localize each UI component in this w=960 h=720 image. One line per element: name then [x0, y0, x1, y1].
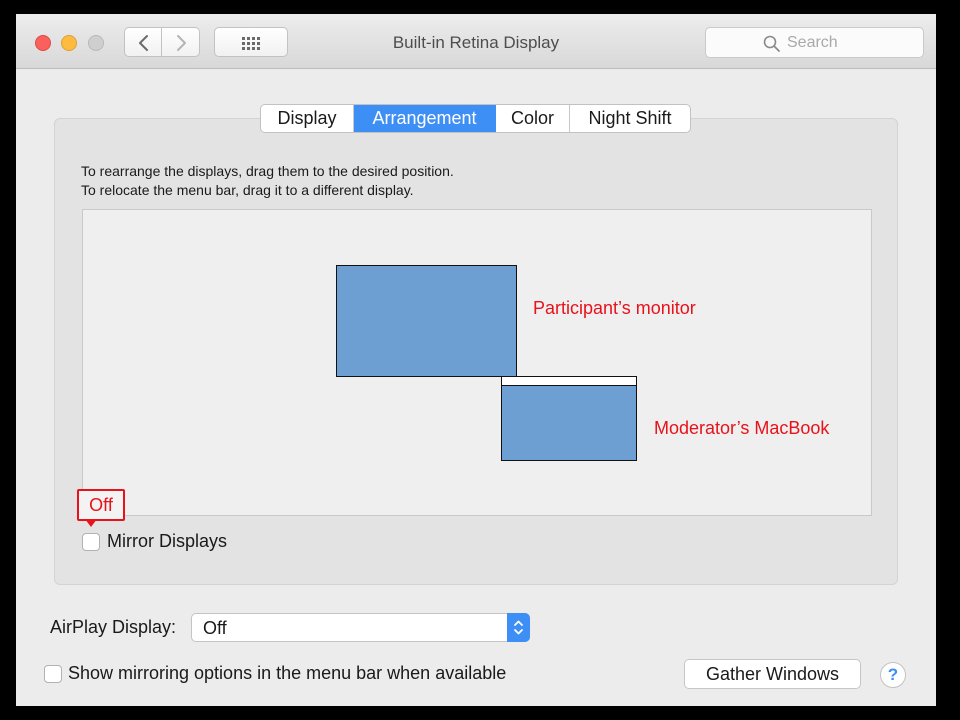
title-bar: Built-in Retina Display Search: [16, 14, 936, 69]
tab-display[interactable]: Display: [261, 105, 354, 132]
tab-color[interactable]: Color: [496, 105, 570, 132]
airplay-selected-value: Off: [203, 618, 227, 638]
chevron-left-icon: [139, 35, 148, 51]
grid-icon: [242, 37, 260, 50]
instruction-text-menu-bar: To relocate the menu bar, drag it to a d…: [81, 182, 414, 198]
callout-pointer: [85, 519, 97, 527]
back-button[interactable]: [124, 27, 162, 57]
airplay-display-label: AirPlay Display:: [50, 617, 177, 637]
show-mirroring-options-label: Show mirroring options in the menu bar w…: [68, 663, 507, 683]
show-mirroring-options-checkbox[interactable]: [44, 665, 62, 683]
mirror-off-callout: Off: [77, 489, 125, 521]
participant-display-thumbnail[interactable]: [336, 265, 517, 377]
search-icon: [763, 35, 780, 52]
macbook-display-thumbnail[interactable]: [501, 376, 637, 461]
participant-monitor-annotation: Participant’s monitor: [533, 298, 696, 318]
mirror-displays-label: Mirror Displays: [107, 531, 228, 551]
macbook-annotation: Moderator’s MacBook: [654, 418, 830, 438]
zoom-window-button[interactable]: [88, 35, 104, 51]
select-arrows: [507, 613, 530, 642]
mirror-displays-checkbox[interactable]: [82, 533, 100, 551]
search-placeholder: Search: [787, 34, 838, 51]
search-field[interactable]: Search: [705, 27, 924, 58]
tab-arrangement[interactable]: Arrangement: [354, 105, 496, 132]
up-down-chevron-icon: [514, 620, 523, 635]
gather-windows-button[interactable]: Gather Windows: [684, 659, 861, 689]
help-button[interactable]: ?: [880, 662, 906, 688]
tab-bar: Display Arrangement Color Night Shift: [260, 104, 691, 133]
minimize-window-button[interactable]: [61, 35, 77, 51]
forward-button[interactable]: [162, 27, 200, 57]
close-window-button[interactable]: [35, 35, 51, 51]
menu-bar-handle[interactable]: [502, 377, 636, 386]
airplay-display-select[interactable]: Off: [191, 613, 530, 642]
tab-night-shift[interactable]: Night Shift: [570, 105, 690, 132]
system-preferences-window: Built-in Retina Display Search Display A…: [16, 14, 936, 706]
show-all-button[interactable]: [214, 27, 288, 57]
instruction-text-rearrange: To rearrange the displays, drag them to …: [81, 163, 454, 179]
chevron-right-icon: [177, 35, 186, 51]
